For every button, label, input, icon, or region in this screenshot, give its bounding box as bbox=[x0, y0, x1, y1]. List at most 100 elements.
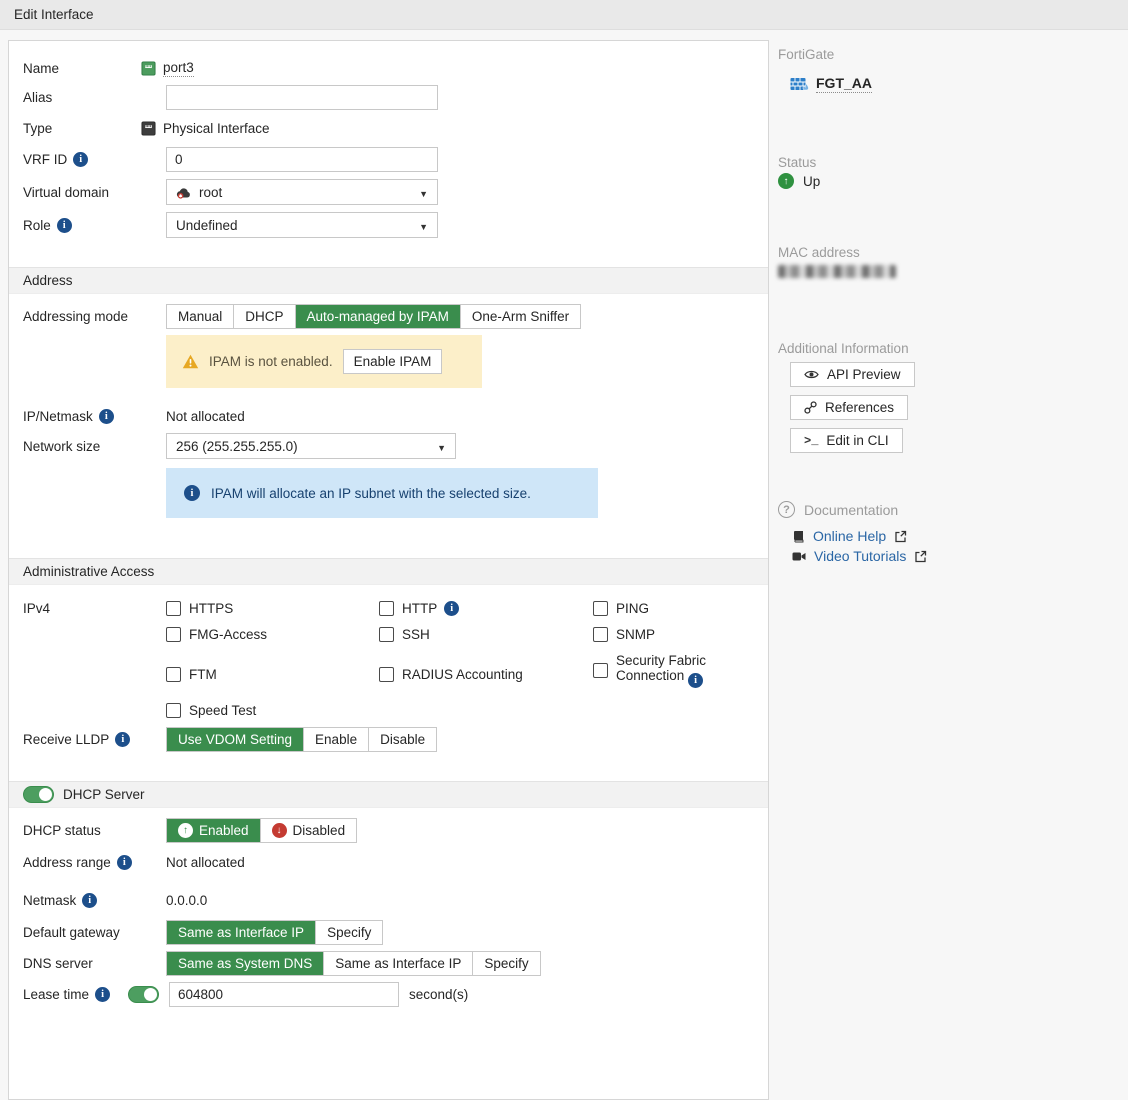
ipam-warning-text: IPAM is not enabled. bbox=[209, 354, 333, 369]
receive-lldp-label: Receive LLDP bbox=[23, 732, 166, 747]
network-size-row: Network size 256 (255.255.255.0) bbox=[9, 433, 768, 459]
info-icon[interactable] bbox=[73, 152, 88, 167]
checkbox[interactable] bbox=[593, 663, 608, 678]
lldp-disable[interactable]: Disable bbox=[369, 728, 436, 751]
addressing-mode-ipam[interactable]: Auto-managed by IPAM bbox=[296, 305, 461, 328]
checkbox-https[interactable]: HTTPS bbox=[166, 601, 379, 616]
ipam-warning-box: IPAM is not enabled. Enable IPAM bbox=[166, 335, 482, 388]
checkbox-label: PING bbox=[616, 601, 649, 616]
checkbox-snmp[interactable]: SNMP bbox=[593, 627, 753, 642]
lease-time-row: Lease time second(s) bbox=[9, 982, 768, 1007]
ipv4-checkbox-grid: HTTPS HTTP PING FMG-Access SSH SNMP FTM … bbox=[166, 601, 753, 718]
edit-in-cli-button[interactable]: Edit in CLI bbox=[790, 428, 903, 453]
checkbox-ping[interactable]: PING bbox=[593, 601, 753, 616]
ip-netmask-value: Not allocated bbox=[166, 409, 245, 424]
network-size-label: Network size bbox=[23, 439, 166, 454]
checkbox-radius-accounting[interactable]: RADIUS Accounting bbox=[379, 661, 593, 688]
edit-interface-panel: Name port3 Alias Type Physical Interface… bbox=[8, 40, 769, 1100]
checkbox-ssh[interactable]: SSH bbox=[379, 627, 593, 642]
references-button[interactable]: References bbox=[790, 395, 908, 420]
ip-netmask-label: IP/Netmask bbox=[23, 409, 166, 424]
fortigate-device-name[interactable]: FGT_AA bbox=[816, 75, 872, 93]
addressing-mode-label: Addressing mode bbox=[23, 309, 166, 324]
fortigate-label: FortiGate bbox=[778, 47, 1118, 62]
checkbox[interactable] bbox=[593, 627, 608, 642]
info-icon[interactable] bbox=[95, 987, 110, 1002]
info-icon[interactable] bbox=[99, 409, 114, 424]
info-icon[interactable] bbox=[57, 218, 72, 233]
checkbox-label: FTM bbox=[189, 667, 217, 682]
page-title-bar: Edit Interface bbox=[0, 0, 1128, 30]
addressing-mode-manual[interactable]: Manual bbox=[167, 305, 234, 328]
dns-same-as-system[interactable]: Same as System DNS bbox=[167, 952, 324, 975]
info-icon[interactable] bbox=[688, 673, 703, 688]
netmask-label: Netmask bbox=[23, 893, 166, 908]
checkbox-security-fabric[interactable]: Security Fabric Connection bbox=[593, 653, 753, 688]
dhcp-server-section-header: DHCP Server bbox=[9, 781, 768, 808]
dhcp-status-disabled[interactable]: Disabled bbox=[261, 819, 357, 842]
lease-time-toggle-on[interactable] bbox=[128, 986, 159, 1003]
dhcp-status-row: DHCP status Enabled Disabled bbox=[9, 818, 768, 843]
netmask-row: Netmask 0.0.0.0 bbox=[9, 889, 768, 911]
checkbox[interactable] bbox=[379, 627, 394, 642]
down-arrow-icon bbox=[272, 823, 287, 838]
checkbox-http[interactable]: HTTP bbox=[379, 601, 593, 616]
ipam-info-text: IPAM will allocate an IP subnet with the… bbox=[211, 486, 531, 501]
ipv4-row: IPv4 HTTPS HTTP PING FMG-Access SSH SNMP… bbox=[9, 599, 768, 718]
physical-interface-icon bbox=[141, 121, 156, 136]
addressing-mode-row: Addressing mode Manual DHCP Auto-managed… bbox=[9, 304, 768, 329]
lease-time-input[interactable] bbox=[169, 982, 399, 1007]
status-value: Up bbox=[803, 174, 820, 189]
video-tutorials-link[interactable]: Video Tutorials bbox=[792, 548, 1118, 564]
caret-down-icon bbox=[437, 439, 446, 454]
addressing-mode-dhcp[interactable]: DHCP bbox=[234, 305, 295, 328]
online-help-link[interactable]: Online Help bbox=[792, 528, 1118, 544]
addressing-mode-sniffer[interactable]: One-Arm Sniffer bbox=[461, 305, 580, 328]
ipv4-label: IPv4 bbox=[23, 601, 166, 616]
checkbox[interactable] bbox=[166, 601, 181, 616]
fortigate-device[interactable]: FGT_AA bbox=[790, 75, 1118, 93]
lldp-use-vdom-setting[interactable]: Use VDOM Setting bbox=[167, 728, 304, 751]
network-size-select[interactable]: 256 (255.255.255.0) bbox=[166, 433, 456, 459]
dhcp-server-toggle-on[interactable] bbox=[23, 786, 54, 803]
netmask-label-text: Netmask bbox=[23, 893, 76, 908]
checkbox[interactable] bbox=[166, 703, 181, 718]
dns-same-as-interface-ip[interactable]: Same as Interface IP bbox=[324, 952, 473, 975]
alias-input[interactable] bbox=[166, 85, 438, 110]
checkbox[interactable] bbox=[166, 627, 181, 642]
checkbox-ftm[interactable]: FTM bbox=[166, 661, 379, 688]
address-section-title: Address bbox=[23, 273, 73, 288]
checkbox-fmg-access[interactable]: FMG-Access bbox=[166, 627, 379, 642]
checkbox[interactable] bbox=[379, 601, 394, 616]
vdom-label: Virtual domain bbox=[23, 185, 166, 200]
vrf-input[interactable] bbox=[166, 147, 438, 172]
checkbox-label: SSH bbox=[402, 627, 430, 642]
info-icon[interactable] bbox=[115, 732, 130, 747]
gateway-same-as-interface-ip[interactable]: Same as Interface IP bbox=[167, 921, 316, 944]
link-chain-icon bbox=[804, 401, 817, 414]
interface-name-value[interactable]: port3 bbox=[163, 60, 194, 77]
lldp-enable[interactable]: Enable bbox=[304, 728, 369, 751]
checkbox[interactable] bbox=[593, 601, 608, 616]
checkbox-speed-test[interactable]: Speed Test bbox=[166, 703, 379, 718]
checkbox[interactable] bbox=[166, 667, 181, 682]
enable-ipam-button[interactable]: Enable IPAM bbox=[343, 349, 443, 374]
api-preview-button[interactable]: API Preview bbox=[790, 362, 915, 387]
checkbox[interactable] bbox=[379, 667, 394, 682]
firewall-icon bbox=[790, 77, 809, 91]
vrf-label-text: VRF ID bbox=[23, 152, 67, 167]
info-icon[interactable] bbox=[117, 855, 132, 870]
cloud-icon bbox=[176, 186, 192, 199]
dhcp-status-enabled[interactable]: Enabled bbox=[167, 819, 261, 842]
dns-specify[interactable]: Specify bbox=[473, 952, 539, 975]
name-label: Name bbox=[23, 61, 141, 76]
info-icon[interactable] bbox=[444, 601, 459, 616]
name-row: Name port3 bbox=[9, 57, 768, 79]
checkbox-label: Speed Test bbox=[189, 703, 256, 718]
info-icon[interactable] bbox=[82, 893, 97, 908]
vdom-select[interactable]: root bbox=[166, 179, 438, 205]
ip-netmask-label-text: IP/Netmask bbox=[23, 409, 93, 424]
role-select[interactable]: Undefined bbox=[166, 212, 438, 238]
address-range-row: Address range Not allocated bbox=[9, 851, 768, 873]
gateway-specify[interactable]: Specify bbox=[316, 921, 382, 944]
